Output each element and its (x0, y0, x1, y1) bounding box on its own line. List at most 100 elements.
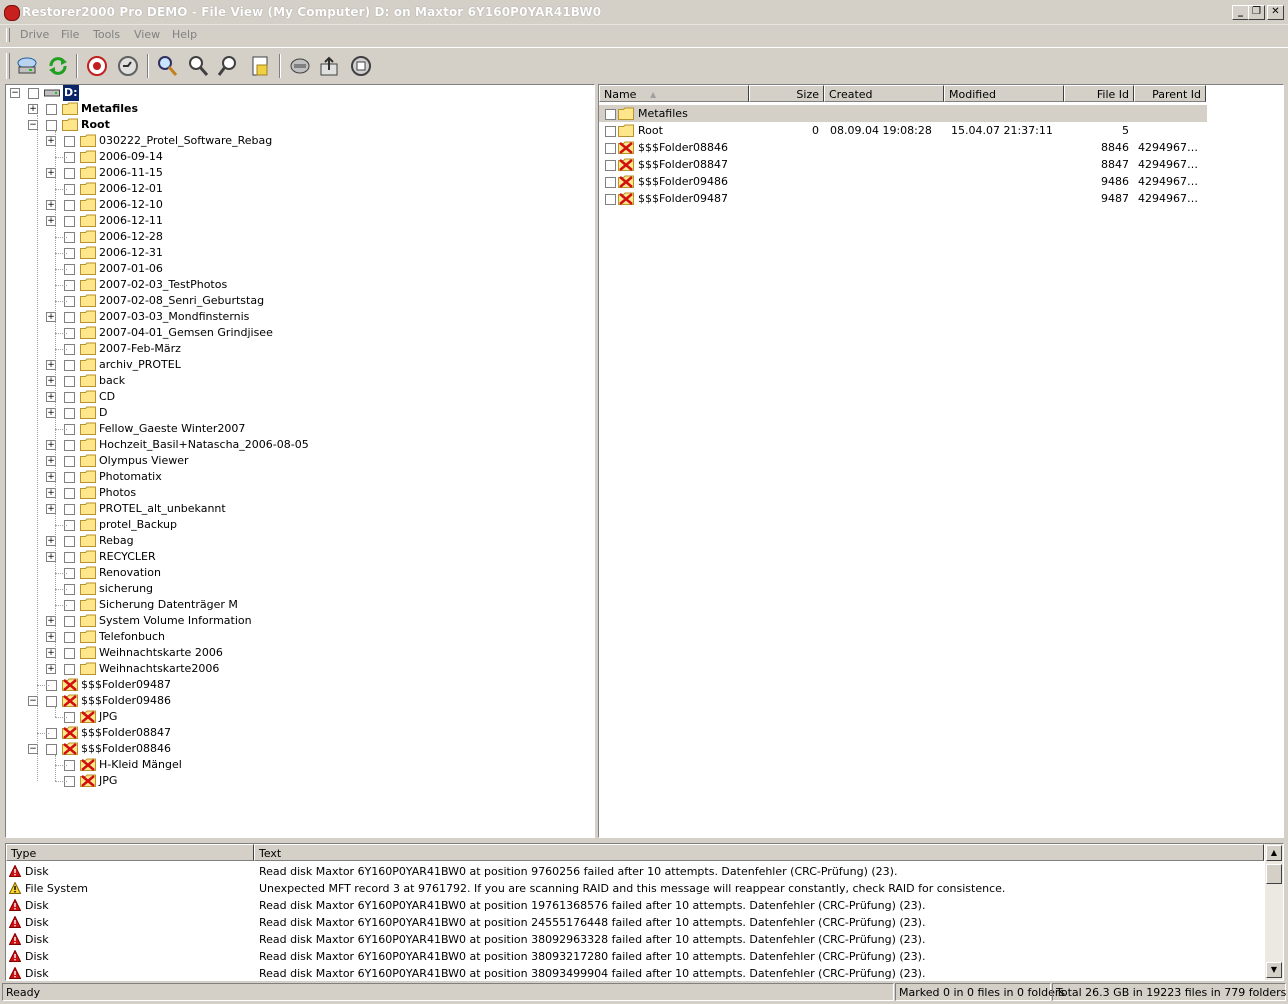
collapse-icon[interactable]: − (10, 88, 20, 98)
find-previous-button[interactable] (214, 52, 242, 80)
log-column-type[interactable]: Type (6, 844, 254, 861)
column-header-modified[interactable]: Modified (944, 85, 1064, 102)
file-row[interactable]: $$$Folder08847 8847 4294967… (599, 156, 1207, 173)
tree-item-folder[interactable]: + back (6, 373, 586, 389)
tree-item-folder[interactable]: 2006-12-01 (6, 181, 586, 197)
restore-button[interactable]: ❐ (1248, 5, 1265, 20)
expand-icon[interactable]: + (28, 104, 38, 114)
log-scrollbar[interactable]: ▲ ▼ (1265, 844, 1283, 980)
checkbox[interactable] (605, 177, 616, 188)
tree-item-folder[interactable]: + Weihnachtskarte 2006 (6, 645, 586, 661)
scroll-up-button[interactable]: ▲ (1266, 845, 1282, 861)
tree-item-folder[interactable]: 2006-12-31 (6, 245, 586, 261)
tree-item-folder[interactable]: Fellow_Gaeste Winter2007 (6, 421, 586, 437)
checkbox[interactable] (64, 440, 75, 451)
file-row[interactable]: Root 0 08.09.04 19:08:28 15.04.07 21:37:11 5 (599, 122, 1207, 139)
tree-item-folder[interactable]: + Olympus Viewer (6, 453, 586, 469)
checkbox[interactable] (46, 744, 57, 755)
menu-help[interactable]: Help (166, 28, 203, 41)
tree-item-folder[interactable]: Sicherung Datenträger M (6, 597, 586, 613)
log-row[interactable]: Disk Read disk Maxtor 6Y160P0YAR41BW0 at … (6, 897, 1264, 914)
file-row[interactable]: $$$Folder08846 8846 4294967… (599, 139, 1207, 156)
tree-item-folder[interactable]: + PROTEL_alt_unbekannt (6, 501, 586, 517)
checkbox[interactable] (64, 664, 75, 675)
file-row[interactable]: $$$Folder09487 9487 4294967… (599, 190, 1207, 207)
tree-item-lost-folder[interactable]: $$$Folder08847 (6, 725, 586, 741)
log-row[interactable]: Disk Read disk Maxtor 6Y160P0YAR41BW0 at … (6, 914, 1264, 931)
checkbox[interactable] (64, 376, 75, 387)
checkbox[interactable] (46, 104, 57, 115)
log-row[interactable]: File System Unexpected MFT record 3 at 97… (6, 880, 1264, 897)
checkbox[interactable] (64, 504, 75, 515)
checkbox[interactable] (64, 136, 75, 147)
tree-item-folder[interactable]: protel_Backup (6, 517, 586, 533)
recover-drive-button[interactable] (286, 52, 314, 80)
column-header-file-id[interactable]: File Id (1064, 85, 1134, 102)
log-row[interactable]: Disk Read disk Maxtor 6Y160P0YAR41BW0 at … (6, 863, 1264, 880)
file-list[interactable]: Name ▲ Size Created Modified File Id Pare… (598, 84, 1284, 838)
column-header-parent-id[interactable]: Parent Id (1134, 85, 1206, 102)
checkbox[interactable] (64, 472, 75, 483)
refresh-button[interactable] (44, 52, 72, 80)
tree-item-folder[interactable]: sicherung (6, 581, 586, 597)
tree-item-folder[interactable]: +2006-11-15 (6, 165, 586, 181)
tree-item-folder[interactable]: 2006-12-28 (6, 229, 586, 245)
tree-item-lost-folder[interactable]: $$$Folder09487 (6, 677, 586, 693)
tree-item-folder[interactable]: + CD (6, 389, 586, 405)
tree-item-folder[interactable]: + Photos (6, 485, 586, 501)
checkbox[interactable] (64, 408, 75, 419)
tree-item-folder[interactable]: + Rebag (6, 533, 586, 549)
tree-item-folder[interactable]: +2006-12-11 (6, 213, 586, 229)
tree-item-folder[interactable]: + Photomatix (6, 469, 586, 485)
checkbox[interactable] (64, 168, 75, 179)
checkbox[interactable] (605, 126, 616, 137)
tree-item-folder[interactable]: +2007-03-03_Mondfinsternis (6, 309, 586, 325)
checkbox[interactable] (605, 109, 616, 120)
tree-item-lost-child[interactable]: JPG (6, 709, 586, 725)
scan-button[interactable] (114, 52, 142, 80)
checkbox[interactable] (64, 536, 75, 547)
tree-item-folder[interactable]: 2007-01-06 (6, 261, 586, 277)
tree-item-folder[interactable]: 2007-02-03_TestPhotos (6, 277, 586, 293)
checkbox[interactable] (64, 312, 75, 323)
find-next-button[interactable] (184, 52, 212, 80)
checkbox[interactable] (64, 360, 75, 371)
column-header-name[interactable]: Name ▲ (599, 85, 749, 102)
checkbox[interactable] (605, 194, 616, 205)
tree-item-lost-folder[interactable]: − $$$Folder08846 (6, 741, 586, 757)
mask-button[interactable] (246, 52, 274, 80)
checkbox[interactable] (605, 143, 616, 154)
tree-item-folder[interactable]: Renovation (6, 565, 586, 581)
connect-drive-button[interactable] (13, 52, 41, 80)
log-row[interactable]: Disk Read disk Maxtor 6Y160P0YAR41BW0 at … (6, 931, 1264, 948)
menu-drive[interactable]: Drive (14, 28, 55, 41)
checkbox[interactable] (64, 216, 75, 227)
tree-item-folder[interactable]: 2007-04-01_Gemsen Grindjisee (6, 325, 586, 341)
scroll-down-button[interactable]: ▼ (1266, 962, 1282, 978)
checkbox[interactable] (605, 160, 616, 171)
checkbox[interactable] (64, 456, 75, 467)
scroll-thumb[interactable] (1266, 864, 1282, 884)
tree-item-metafiles[interactable]: + Metafiles (6, 101, 586, 117)
checkbox[interactable] (64, 632, 75, 643)
tree-item-folder[interactable]: + D (6, 405, 586, 421)
close-button[interactable]: ✕ (1267, 5, 1284, 20)
app-icon[interactable] (4, 5, 20, 21)
tree-item-folder[interactable]: + archiv_PROTEL (6, 357, 586, 373)
tree-item-folder[interactable]: + Telefonbuch (6, 629, 586, 645)
file-row[interactable]: Metafiles (599, 105, 1207, 122)
log-row[interactable]: Disk Read disk Maxtor 6Y160P0YAR41BW0 at … (6, 948, 1264, 965)
checkbox[interactable] (64, 648, 75, 659)
tree-item-folder[interactable]: +030222_Protel_Software_Rebag (6, 133, 586, 149)
tree-drive-d[interactable]: − D: (6, 85, 586, 101)
column-header-created[interactable]: Created (824, 85, 944, 102)
stop-button[interactable] (83, 52, 111, 80)
minimize-button[interactable]: _ (1232, 5, 1249, 20)
tree-item-folder[interactable]: + System Volume Information (6, 613, 586, 629)
checkbox[interactable] (64, 616, 75, 627)
tree-item-folder[interactable]: + Hochzeit_Basil+Natascha_2006-08-05 (6, 437, 586, 453)
tree-item-folder[interactable]: 2007-Feb-März (6, 341, 586, 357)
tree-item-lost-child[interactable]: H-Kleid Mängel (6, 757, 586, 773)
tree-item-folder[interactable]: + RECYCLER (6, 549, 586, 565)
recover-marked-button[interactable] (347, 52, 375, 80)
